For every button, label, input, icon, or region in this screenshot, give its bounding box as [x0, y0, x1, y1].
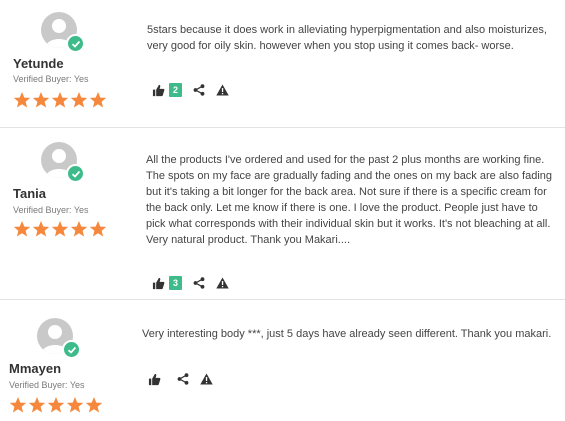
share-icon[interactable] [193, 277, 205, 289]
star-icon [28, 397, 46, 413]
verified-check-icon [62, 340, 81, 359]
star-icon [70, 92, 88, 108]
star-icon [66, 397, 84, 413]
reviewer-name: Yetunde [13, 56, 64, 71]
review-author-block: Tania Verified Buyer: Yes [13, 142, 133, 242]
review-author-block: Yetunde Verified Buyer: Yes [13, 12, 133, 112]
star-icon [47, 397, 65, 413]
thumbs-up-icon[interactable] [152, 277, 165, 290]
star-icon [32, 221, 50, 237]
star-icon [13, 92, 31, 108]
star-rating [13, 220, 107, 238]
verified-buyer-label: Verified Buyer: Yes [13, 74, 89, 84]
review-actions: 2 [152, 82, 229, 98]
reviewer-name: Tania [13, 186, 46, 201]
share-icon[interactable] [177, 373, 189, 385]
thumbs-up-icon[interactable] [148, 373, 161, 386]
review-text: Very interesting body ***, just 5 days h… [142, 328, 552, 340]
helpful-count-badge: 3 [169, 276, 182, 290]
verified-check-icon [66, 34, 85, 53]
star-rating [13, 91, 107, 109]
star-icon [85, 397, 103, 413]
avatar [37, 318, 81, 362]
reviewer-name: Mmayen [9, 361, 62, 376]
review-actions [148, 371, 213, 387]
star-icon [89, 92, 107, 108]
verified-buyer-label: Verified Buyer: Yes [13, 205, 89, 215]
report-flag-icon[interactable] [200, 373, 213, 385]
report-flag-icon[interactable] [216, 277, 229, 289]
star-icon [51, 221, 69, 237]
star-icon [89, 221, 107, 237]
review-text: 5stars because it does work in alleviati… [147, 24, 547, 52]
verified-check-icon [66, 164, 85, 183]
share-icon[interactable] [193, 84, 205, 96]
star-rating [9, 396, 103, 414]
review-author-block: Mmayen Verified Buyer: Yes [9, 318, 129, 418]
thumbs-up-icon[interactable] [152, 84, 165, 97]
avatar [41, 12, 85, 56]
star-icon [13, 221, 31, 237]
review-actions: 3 [152, 275, 229, 291]
helpful-count-badge: 2 [169, 83, 182, 97]
report-flag-icon[interactable] [216, 84, 229, 96]
star-icon [51, 92, 69, 108]
star-icon [70, 221, 88, 237]
avatar [41, 142, 85, 186]
star-icon [9, 397, 27, 413]
review-text: All the products I've ordered and used f… [146, 154, 553, 246]
star-icon [32, 92, 50, 108]
verified-buyer-label: Verified Buyer: Yes [9, 380, 85, 390]
